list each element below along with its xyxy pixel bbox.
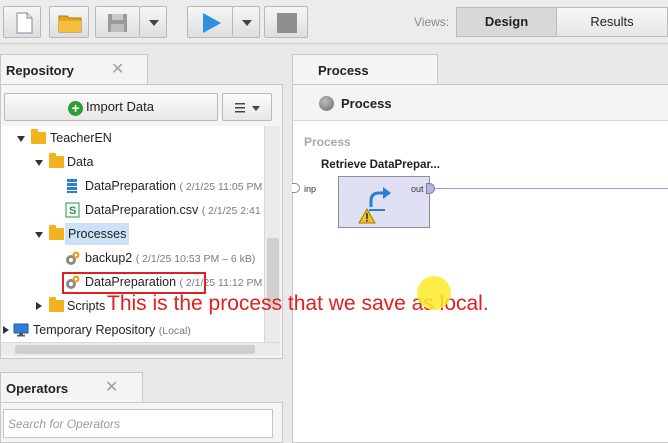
expand-arrow-icon[interactable] — [35, 232, 43, 238]
process-gears-icon — [66, 251, 80, 265]
results-view-button[interactable]: Results — [556, 7, 668, 37]
process-breadcrumb[interactable]: Process — [341, 96, 392, 111]
svg-text:S: S — [69, 205, 76, 217]
process-tab[interactable]: Process — [292, 54, 438, 85]
process-tab-title: Process — [318, 63, 369, 78]
script-file-icon: S — [65, 202, 80, 218]
stop-button[interactable] — [264, 6, 308, 38]
import-data-button[interactable]: + Import Data — [4, 93, 218, 121]
tree-item-label: TeacherEN — [50, 131, 112, 145]
design-view-button[interactable]: Design — [456, 7, 557, 37]
folder-icon — [49, 153, 64, 168]
connection-line — [435, 188, 668, 189]
repository-tab-title: Repository — [6, 63, 74, 78]
tree-item-label: Processes — [65, 223, 130, 245]
tree-item-label: Temporary Repository (Local) — [33, 323, 191, 337]
tree-item-datapreparation-csv[interactable]: S DataPreparation.csv ( 2/1/25 2:41 P — [1, 199, 264, 221]
tree-item-label: DataPreparation ( 2/1/25 11:05 PM — [85, 179, 263, 193]
tree-item-label: Data — [67, 155, 94, 169]
repository-tab[interactable]: Repository ✕ — [0, 54, 148, 85]
import-data-label: Import Data — [86, 99, 154, 114]
collapse-arrow-icon[interactable] — [36, 302, 42, 310]
run-dropdown-button[interactable] — [232, 6, 260, 38]
tree-item-processes[interactable]: Processes — [1, 223, 264, 245]
cursor-highlight — [417, 276, 451, 310]
save-dropdown-button[interactable] — [139, 6, 167, 38]
tree-item-teacheren[interactable]: TeacherEN — [1, 127, 264, 149]
tree-item-datapreparation-data[interactable]: DataPreparation ( 2/1/25 11:05 PM — [1, 175, 264, 197]
open-folder-icon — [58, 15, 82, 33]
highlight-box — [62, 272, 206, 294]
operators-tab[interactable]: Operators ✕ — [0, 372, 143, 403]
save-button[interactable] — [95, 6, 139, 38]
save-disk-icon — [108, 14, 127, 32]
expand-arrow-icon[interactable] — [35, 160, 43, 166]
new-process-button[interactable] — [3, 6, 41, 38]
tree-item-label: Scripts — [67, 299, 106, 313]
process-node-icon — [319, 96, 334, 111]
scroll-thumb[interactable] — [15, 345, 255, 354]
expand-arrow-icon[interactable] — [17, 136, 25, 142]
operators-tab-title: Operators — [6, 381, 69, 396]
repository-menu-button[interactable] — [222, 93, 272, 121]
output-port-label: out — [411, 184, 424, 194]
menu-icon — [235, 103, 260, 113]
stop-icon — [277, 13, 297, 33]
data-table-icon — [67, 179, 77, 193]
monitor-icon — [13, 323, 29, 337]
tree-item-label: backup2 ( 2/1/25 10:53 PM – 6 kB) — [85, 251, 256, 265]
play-icon — [203, 13, 221, 33]
tree-item-temporary-repository[interactable]: Temporary Repository (Local) — [1, 319, 264, 341]
tree-item-backup2[interactable]: backup2 ( 2/1/25 10:53 PM – 6 kB) — [1, 247, 264, 269]
close-icon[interactable]: ✕ — [105, 380, 118, 396]
tree-item-label: DataPreparation.csv ( 2/1/25 2:41 P — [85, 203, 264, 217]
folder-icon — [49, 225, 64, 240]
open-process-button[interactable] — [49, 6, 89, 38]
close-icon[interactable]: ✕ — [111, 62, 124, 78]
folder-icon — [49, 297, 64, 312]
operator-title: Retrieve DataPrepar... — [321, 159, 440, 171]
tree-item-data[interactable]: Data — [1, 151, 264, 173]
run-button[interactable] — [187, 6, 233, 38]
input-port-label: inp — [304, 184, 317, 194]
tree-horizontal-scrollbar[interactable] — [1, 342, 280, 356]
operator-search-input[interactable] — [3, 409, 273, 438]
views-label: Views: — [414, 15, 450, 29]
main-toolbar: Views: Design Results — [0, 0, 668, 44]
plus-icon: + — [68, 101, 84, 116]
new-document-icon — [16, 12, 33, 34]
collapse-arrow-icon[interactable] — [3, 326, 9, 334]
warning-icon — [358, 208, 376, 224]
folder-icon — [31, 129, 46, 144]
canvas-label: Process — [304, 135, 351, 149]
